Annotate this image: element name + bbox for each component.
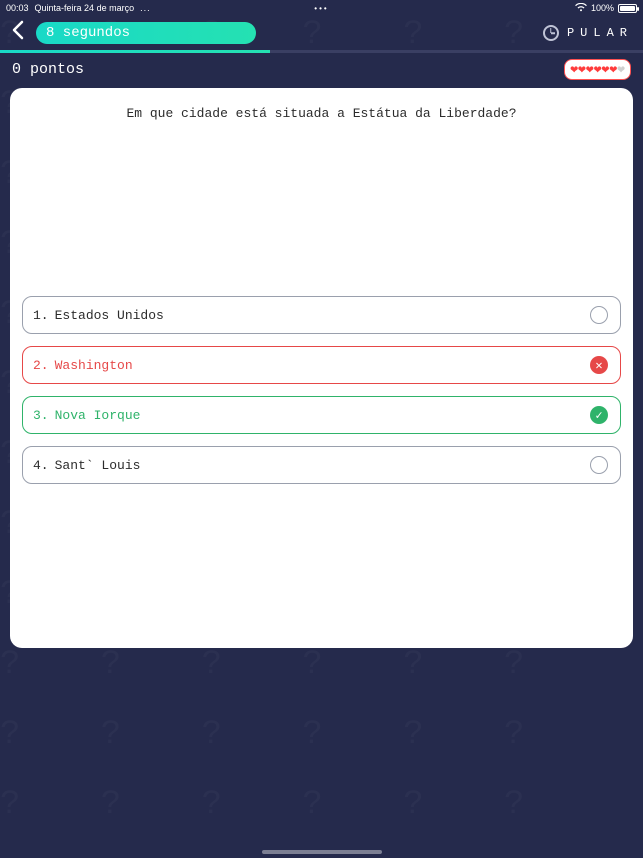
heart-icon: ❤	[617, 63, 625, 76]
wifi-icon	[575, 3, 587, 14]
heart-icon: ❤	[609, 63, 617, 76]
heart-icon: ❤	[586, 63, 594, 76]
answer-label: Washington	[55, 358, 133, 373]
cross-icon: ✕	[590, 356, 608, 374]
answer-option-4[interactable]: 4. Sant` Louis	[22, 446, 621, 484]
clock-icon	[543, 25, 559, 41]
heart-icon: ❤	[602, 63, 610, 76]
score-text: 0 pontos	[12, 61, 84, 78]
heart-icon: ❤	[594, 63, 602, 76]
heart-icon: ❤	[570, 63, 578, 76]
multitask-dots-icon: •••	[314, 4, 328, 13]
answer-number: 4.	[33, 458, 49, 473]
answer-label: Estados Unidos	[55, 308, 164, 323]
answer-label: Sant` Louis	[55, 458, 141, 473]
back-button[interactable]	[10, 20, 24, 46]
answer-option-2[interactable]: 2. Washington ✕	[22, 346, 621, 384]
score-bar: 0 pontos ❤❤❤❤❤❤❤	[0, 53, 643, 84]
answer-option-1[interactable]: 1. Estados Unidos	[22, 296, 621, 334]
skip-label: PULAR	[567, 26, 633, 40]
battery-pct: 100%	[591, 3, 614, 13]
answer-label: Nova Iorque	[55, 408, 141, 423]
answer-option-3[interactable]: 3. Nova Iorque ✓	[22, 396, 621, 434]
timer-pill: 8 segundos	[36, 22, 256, 44]
battery-icon	[618, 4, 637, 13]
status-ellipsis: ...	[140, 3, 151, 13]
home-indicator	[262, 850, 382, 854]
check-icon: ✓	[590, 406, 608, 424]
radio-circle-icon	[590, 456, 608, 474]
timer-label: 8 segundos	[46, 25, 130, 41]
heart-icon: ❤	[578, 63, 586, 76]
status-bar: 00:03 Quinta-feira 24 de março ... ••• 1…	[0, 0, 643, 16]
hearts-container: ❤❤❤❤❤❤❤	[564, 59, 631, 80]
answer-number: 2.	[33, 358, 49, 373]
top-bar: 8 segundos PULAR	[0, 16, 643, 50]
answer-number: 1.	[33, 308, 49, 323]
answer-number: 3.	[33, 408, 49, 423]
question-card: Em que cidade está situada a Estátua da …	[10, 88, 633, 648]
status-time: 00:03	[6, 3, 29, 13]
skip-button[interactable]: PULAR	[543, 25, 633, 41]
status-date: Quinta-feira 24 de março	[35, 3, 135, 13]
radio-circle-icon	[590, 306, 608, 324]
answers-list: 1. Estados Unidos 2. Washington ✕ 3. Nova Iorq…	[22, 296, 621, 484]
question-text: Em que cidade está situada a Estátua da …	[22, 106, 621, 121]
